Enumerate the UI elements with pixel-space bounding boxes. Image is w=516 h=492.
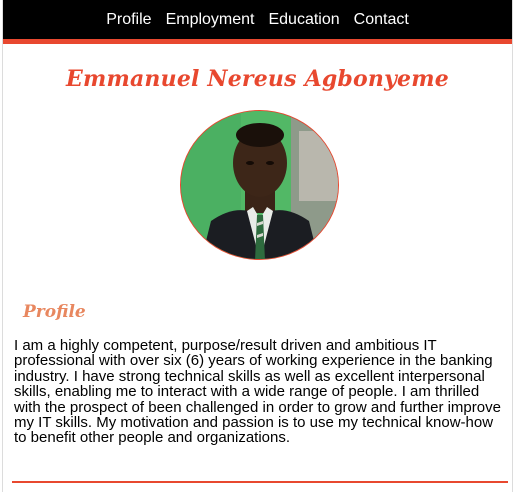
top-navbar: Profile Employment Education Contact <box>3 0 512 44</box>
section-heading-profile: Profile <box>23 302 86 322</box>
nav-link-profile[interactable]: Profile <box>106 11 151 29</box>
page-container: Profile Employment Education Contact Emm… <box>2 0 513 492</box>
nav-link-employment[interactable]: Employment <box>166 11 255 29</box>
section-divider <box>12 481 508 483</box>
person-photo-illustration <box>181 111 338 259</box>
nav-link-education[interactable]: Education <box>268 11 339 29</box>
nav-link-contact[interactable]: Contact <box>354 11 409 29</box>
profile-paragraph: I am a highly competent, purpose/result … <box>14 337 501 447</box>
page-title-name: Emmanuel Nereus Agbonyeme <box>66 66 449 92</box>
profile-avatar <box>180 110 339 260</box>
